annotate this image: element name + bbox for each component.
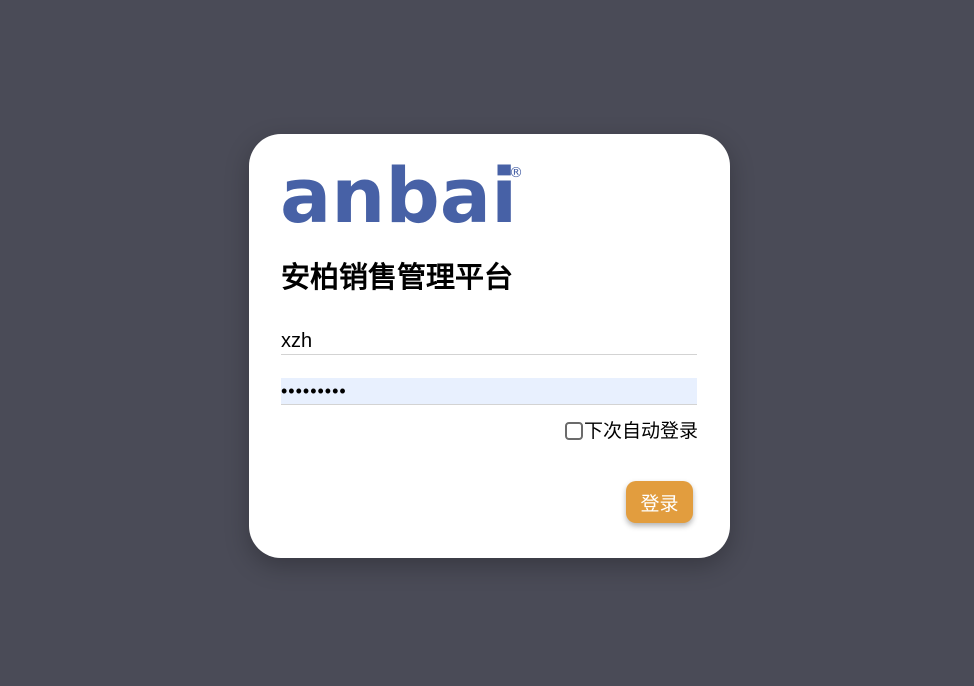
username-input[interactable] [281,328,697,355]
anbai-logo: anbai ® [280,158,525,242]
login-card: anbai ® 安柏销售管理平台 下次自动登录 登录 [249,134,730,558]
password-input[interactable] [281,378,697,405]
remember-label[interactable]: 下次自动登录 [584,419,698,443]
remember-checkbox[interactable] [564,422,583,440]
login-button[interactable]: 登录 [626,481,693,523]
logo-wordmark: anbai [280,151,518,240]
registered-mark: ® [509,165,523,181]
platform-title: 安柏销售管理平台 [281,260,514,294]
remember-login-option[interactable]: 下次自动登录 [564,419,698,443]
